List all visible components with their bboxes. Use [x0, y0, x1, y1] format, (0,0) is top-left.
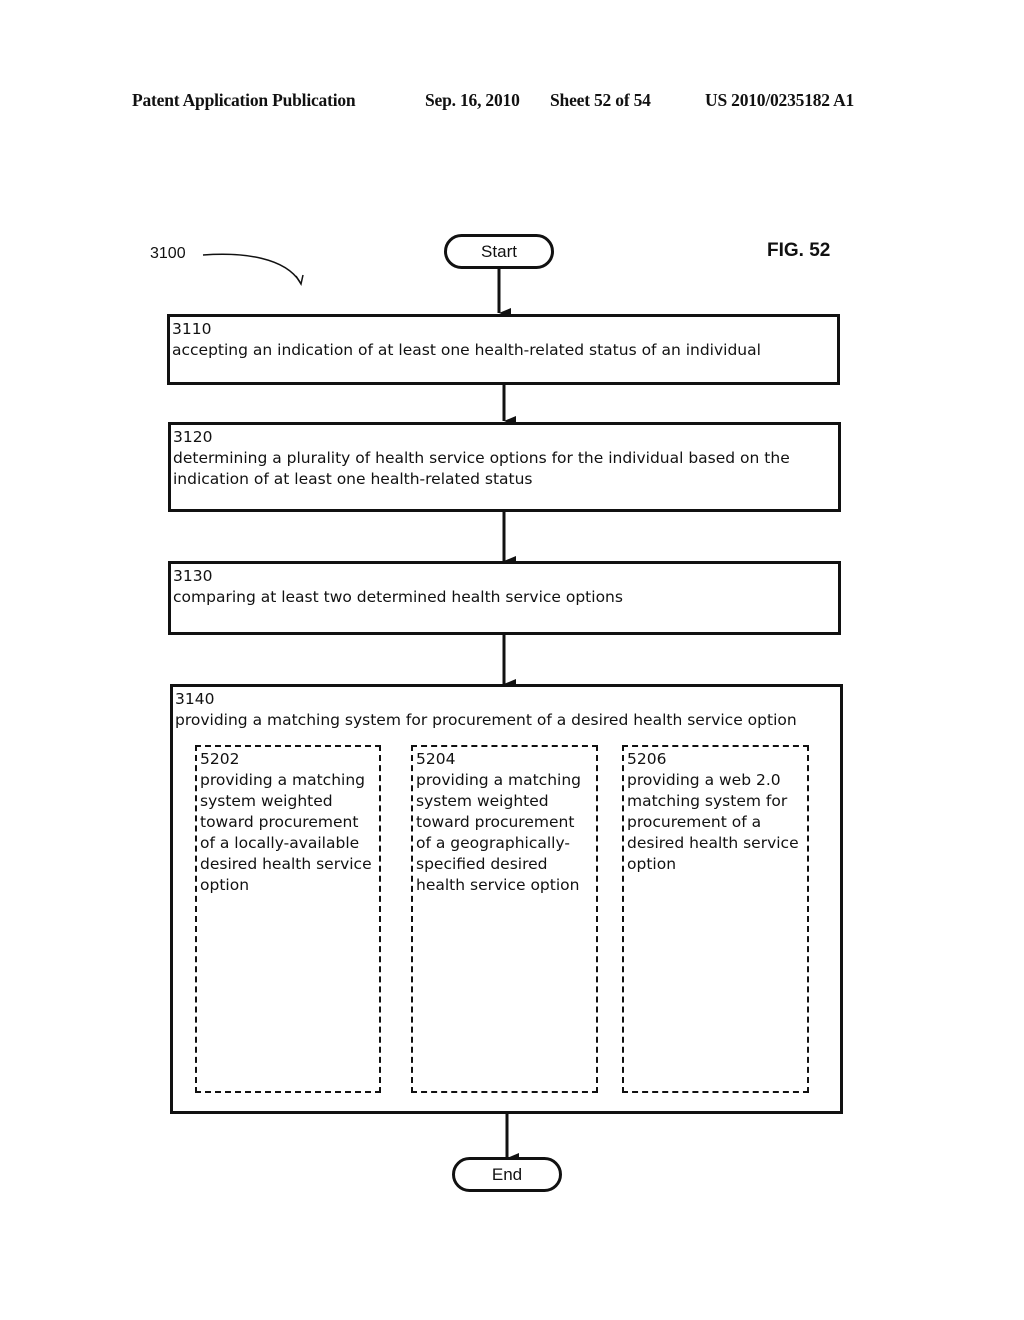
step-text: accepting an indication of at least one …	[172, 341, 761, 359]
step-number: 3130	[173, 567, 213, 585]
step-3120: 3120 determining a plurality of health s…	[168, 422, 841, 512]
step-number: 3140	[175, 690, 215, 708]
reference-arrowhead	[295, 274, 304, 286]
step-text: providing a matching system for procurem…	[175, 711, 797, 729]
step-3110: 3110 accepting an indication of at least…	[167, 314, 840, 385]
reference-arrow	[202, 253, 301, 283]
substep-5204: 5204 providing a matching system weighte…	[411, 745, 598, 1093]
flow-connectors	[202, 253, 519, 1163]
substep-number: 5206	[627, 750, 667, 768]
start-terminal: Start	[444, 234, 554, 269]
substep-5202: 5202 providing a matching system weighte…	[195, 745, 381, 1093]
start-label: Start	[481, 242, 517, 261]
step-text: determining a plurality of health servic…	[173, 449, 790, 488]
end-label: End	[491, 1165, 523, 1184]
substep-5206: 5206 providing a web 2.0 matching system…	[622, 745, 809, 1093]
substep-number: 5202	[200, 750, 240, 768]
step-3130: 3130 comparing at least two determined h…	[168, 561, 841, 635]
step-text: comparing at least two determined health…	[173, 588, 623, 606]
end-terminal: End	[452, 1157, 562, 1192]
step-number: 3110	[172, 320, 212, 338]
substep-text: providing a matching system weighted tow…	[200, 771, 372, 894]
substep-number: 5204	[416, 750, 456, 768]
step-number: 3120	[173, 428, 213, 446]
substep-text: providing a matching system weighted tow…	[416, 771, 581, 894]
substep-text: providing a web 2.0 matching system for …	[627, 771, 799, 873]
